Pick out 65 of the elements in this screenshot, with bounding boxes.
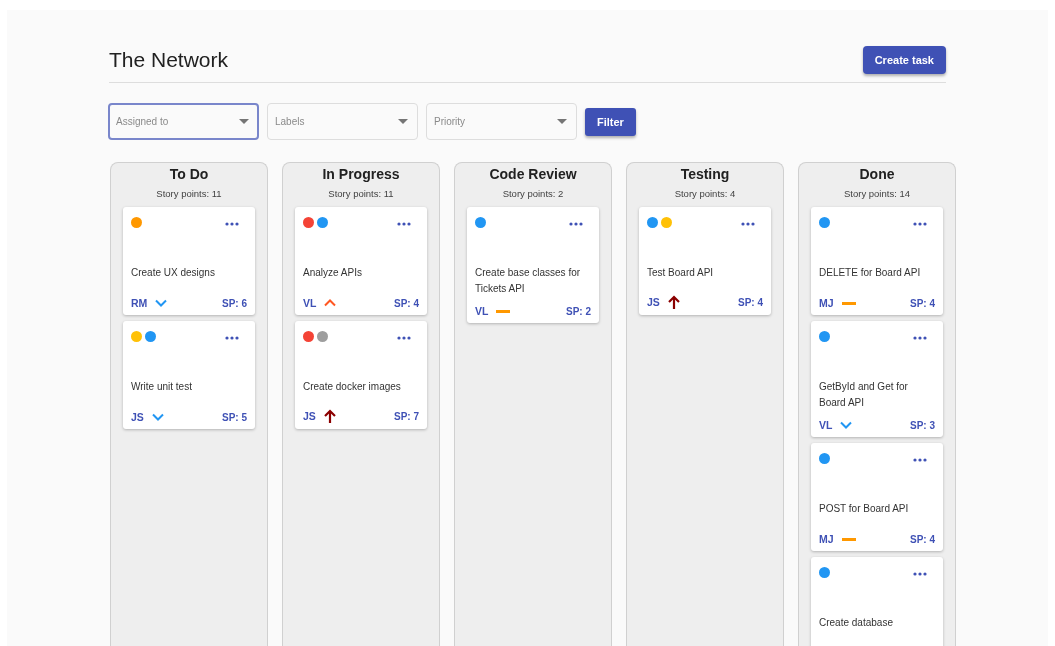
task-card[interactable]: Create base classes for Tickets API VL SP: 2	[467, 207, 599, 323]
assignee-initials: JS	[647, 296, 660, 308]
assignee-initials: RM	[131, 297, 148, 309]
story-points-total: Story points: 11	[155, 188, 223, 199]
more-icon[interactable]	[397, 336, 411, 340]
task-title: GetById and Get for Board API	[819, 380, 909, 410]
more-icon[interactable]	[913, 222, 927, 226]
task-title: Analyze APIs	[303, 266, 363, 280]
assignee-initials: VL	[475, 305, 489, 317]
story-points-total: Story points: 4	[673, 188, 737, 199]
assignee-initials: JS	[303, 410, 316, 422]
task-title: POST for Board API	[819, 502, 910, 516]
more-icon[interactable]	[913, 336, 927, 340]
column-title: Done	[858, 166, 896, 182]
more-icon[interactable]	[397, 222, 411, 226]
more-icon[interactable]	[741, 222, 755, 226]
task-title: Create docker images	[303, 380, 402, 394]
story-points-total: Story points: 14	[843, 188, 911, 199]
story-points: SP: 4	[738, 296, 763, 308]
column-title: Code Review	[488, 166, 578, 182]
caret-icon	[557, 119, 567, 124]
assignee-initials: MJ	[819, 297, 834, 309]
column-title: Testing	[679, 166, 731, 182]
story-points: SP: 6	[222, 297, 247, 309]
task-card[interactable]: GetById and Get for Board API VL SP: 3	[811, 321, 943, 437]
task-title: DELETE for Board API	[819, 266, 922, 280]
task-card[interactable]: Write unit test JS SP: 5	[123, 321, 255, 429]
task-card[interactable]: Create database	[811, 557, 943, 646]
assignee-initials: MJ	[819, 533, 834, 545]
more-icon[interactable]	[569, 222, 583, 226]
create-task-button[interactable]: Create task	[862, 46, 946, 74]
story-points-total: Story points: 11	[327, 188, 395, 199]
more-icon[interactable]	[225, 336, 239, 340]
story-points: SP: 4	[910, 297, 935, 309]
task-card[interactable]: POST for Board API MJ SP: 4	[811, 443, 943, 551]
filter-button[interactable]: Filter	[585, 107, 636, 136]
story-points: SP: 5	[222, 411, 247, 423]
story-points: SP: 2	[566, 305, 591, 317]
board-title: The Network	[109, 48, 229, 72]
task-card[interactable]: DELETE for Board API MJ SP: 4	[811, 207, 943, 315]
assignee-initials: VL	[303, 297, 317, 309]
task-title: Create base classes for Tickets API	[475, 266, 582, 296]
filter-dropdown[interactable]: Assigned to	[108, 103, 259, 140]
more-icon[interactable]	[913, 572, 927, 576]
story-points: SP: 4	[394, 297, 419, 309]
task-card[interactable]: Test Board API JS SP: 4	[639, 207, 771, 315]
assignee-initials: JS	[131, 411, 144, 423]
task-title: Test Board API	[647, 266, 715, 280]
caret-icon	[239, 119, 249, 124]
story-points: SP: 3	[910, 419, 935, 431]
caret-icon	[398, 119, 408, 124]
story-points: SP: 7	[394, 410, 419, 422]
task-title: Create database	[819, 616, 894, 630]
task-card[interactable]: Create UX designs RM SP: 6	[123, 207, 255, 315]
more-icon[interactable]	[225, 222, 239, 226]
story-points-total: Story points: 2	[501, 188, 565, 199]
task-card[interactable]: Analyze APIs VL SP: 4	[295, 207, 427, 315]
assignee-initials: VL	[819, 419, 833, 431]
column-title: In Progress	[321, 166, 401, 182]
task-title: Write unit test	[131, 380, 193, 394]
story-points: SP: 4	[910, 533, 935, 545]
more-icon[interactable]	[913, 458, 927, 462]
column-title: To Do	[168, 166, 210, 182]
task-title: Create UX designs	[131, 266, 216, 280]
task-card[interactable]: Create docker images JS SP: 7	[295, 321, 427, 429]
